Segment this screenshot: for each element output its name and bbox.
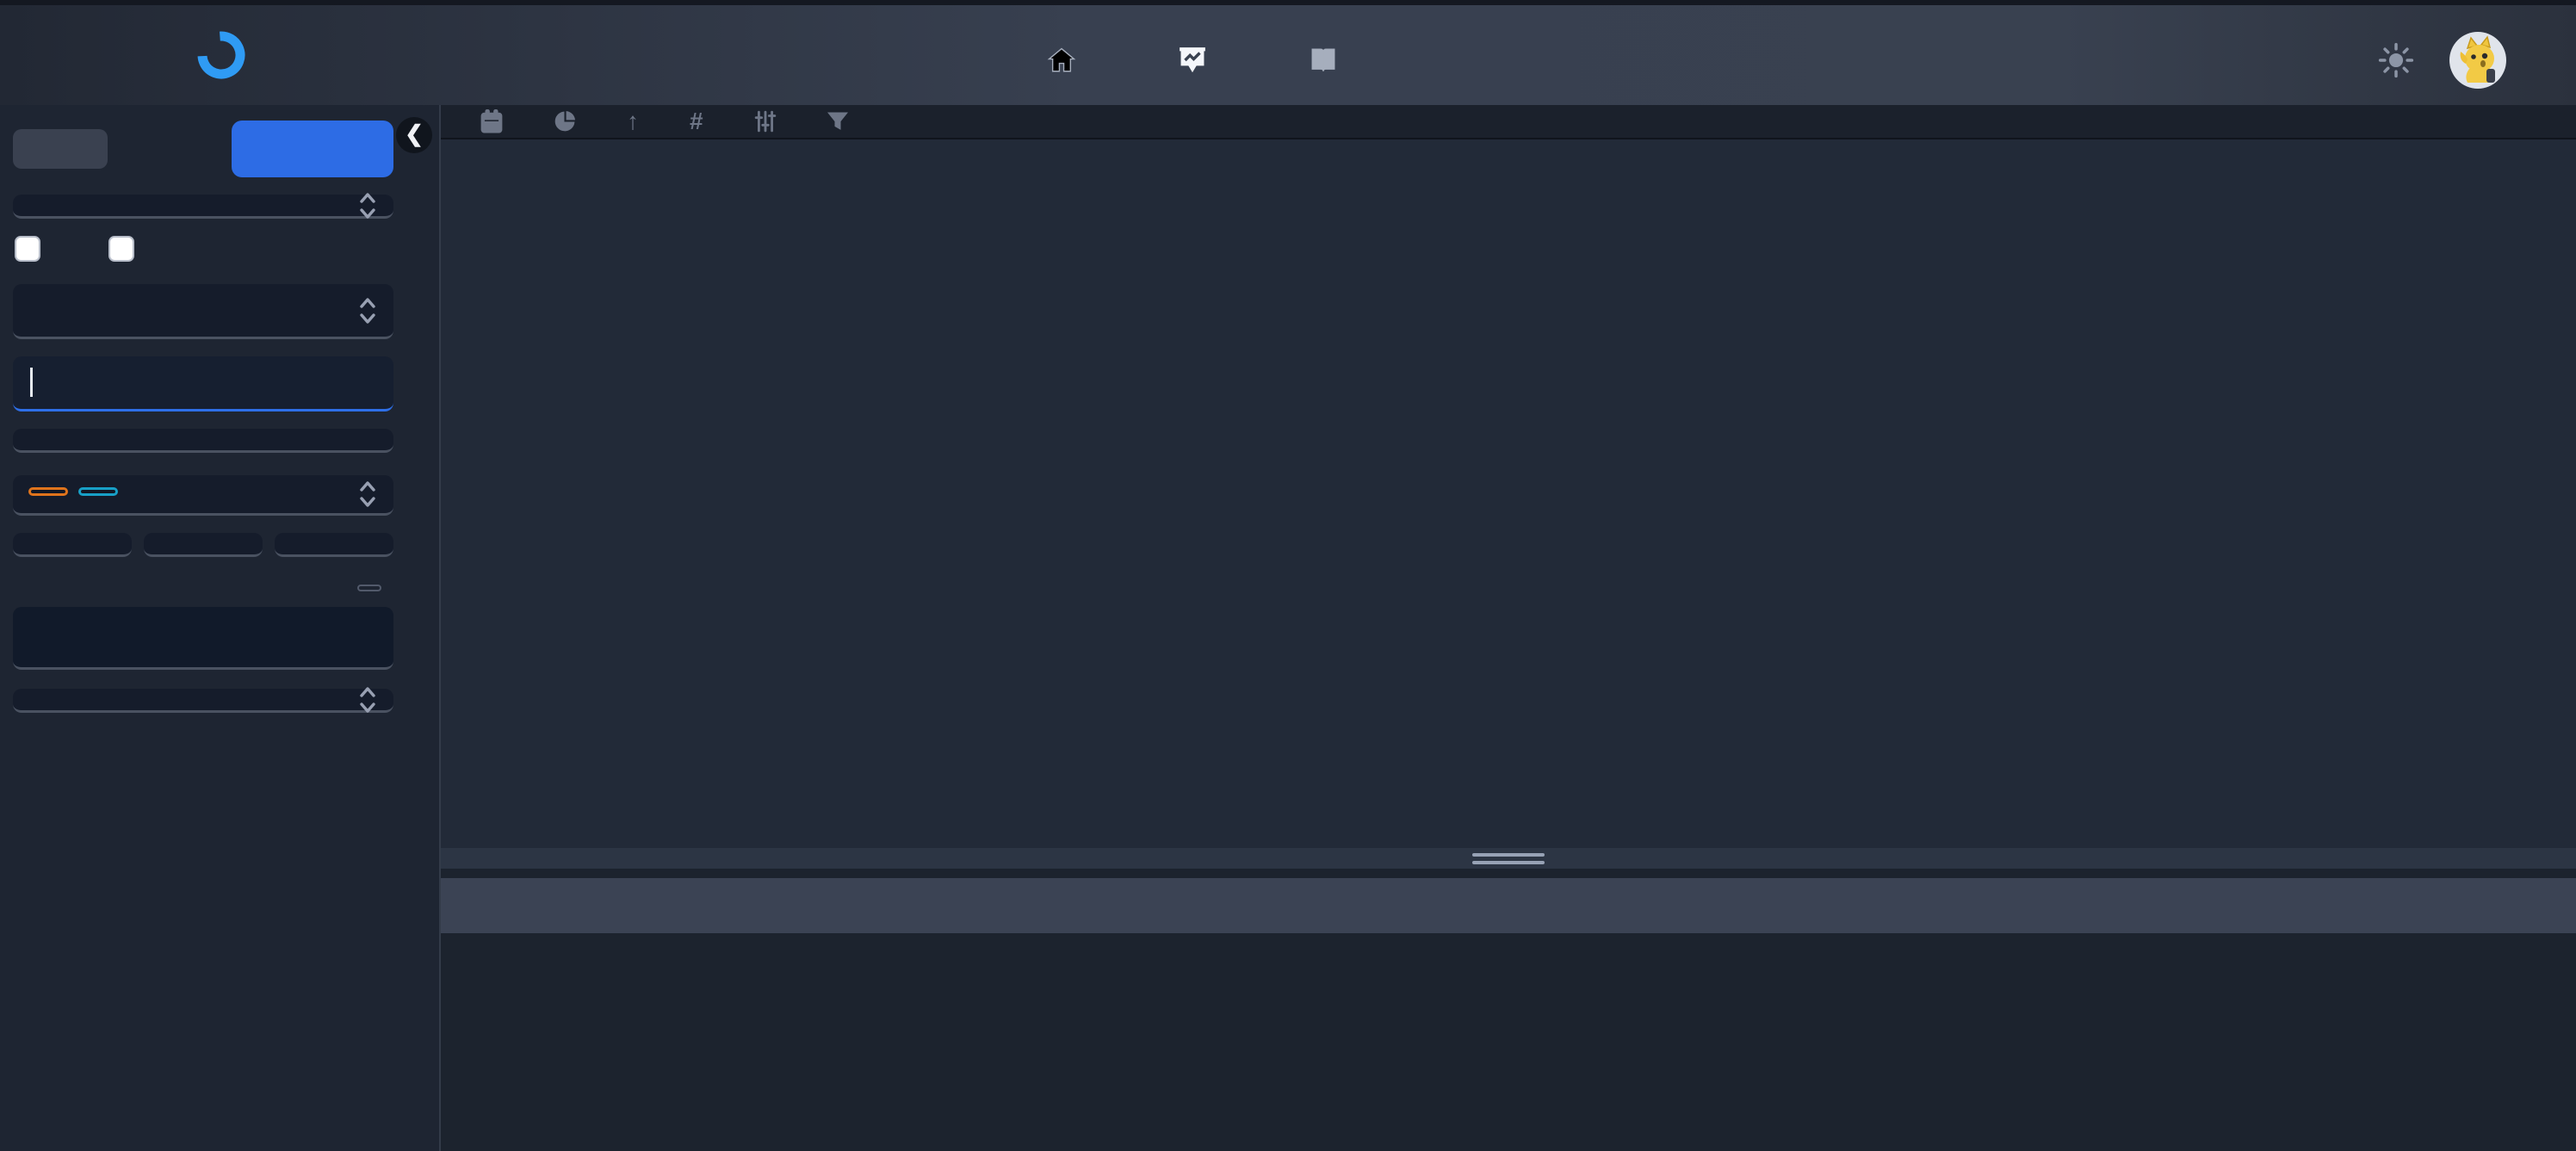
text-caret	[30, 368, 33, 397]
ipv4-prefix-input[interactable]	[13, 533, 132, 557]
nav-item-home[interactable]	[1047, 46, 1088, 75]
end-time-input[interactable]	[13, 429, 393, 453]
user-avatar[interactable]	[2449, 31, 2507, 90]
summary-unit: #	[690, 108, 715, 135]
theme-toggle-sun-icon[interactable]	[2378, 42, 2414, 78]
traffic-chart[interactable]	[441, 139, 2576, 848]
unit-l3bps[interactable]	[13, 129, 32, 169]
limit-input[interactable]	[275, 533, 393, 557]
top-navbar	[0, 0, 2576, 105]
hash-icon: #	[690, 108, 703, 135]
ipv6-prefix-input[interactable]	[144, 533, 263, 557]
unit-outpercent[interactable]	[70, 129, 89, 169]
splitter-handle	[1472, 853, 1545, 857]
results-table	[441, 878, 2576, 1151]
funnel-icon	[827, 110, 848, 133]
chart-table-splitter[interactable]	[441, 848, 2576, 869]
graph-type-select[interactable]	[13, 195, 393, 219]
summary-graph-type	[554, 110, 587, 133]
query-summary-bar: ↑ #	[441, 105, 2576, 139]
refresh-button[interactable]	[232, 121, 393, 177]
book-icon	[1309, 46, 1338, 75]
start-value	[28, 368, 378, 399]
splitter-handle	[1472, 861, 1545, 864]
summary-dimensions	[754, 110, 788, 133]
unit-inpercent[interactable]	[51, 129, 70, 169]
presets-select[interactable]	[13, 284, 393, 339]
previous-period-checkbox-group[interactable]	[108, 236, 147, 262]
bidirectional-checkbox[interactable]	[15, 236, 40, 262]
summary-date-range	[480, 109, 514, 133]
bidirectional-checkbox-group[interactable]	[15, 236, 53, 262]
akvorado-logo-icon	[195, 28, 248, 82]
dimension-chip-dstaddr[interactable]	[78, 487, 118, 496]
dimension-chip-srcaddr[interactable]	[28, 487, 68, 496]
dimensions-multiselect[interactable]	[13, 475, 393, 516]
chevron-updown-icon	[357, 684, 378, 715]
options-sidebar	[0, 105, 441, 1151]
nav-item-visualize[interactable]	[1178, 46, 1219, 75]
unit-l2bps[interactable]	[32, 129, 51, 169]
pie-chart-icon	[554, 110, 576, 133]
main-nav	[1047, 10, 1350, 110]
summary-filter	[827, 110, 859, 133]
unit-toggle-group	[13, 129, 108, 169]
sliders-icon	[754, 110, 777, 133]
chevron-updown-icon	[357, 479, 378, 510]
unit-pps[interactable]	[89, 129, 108, 169]
brand	[195, 28, 270, 82]
sidebar-collapse-button[interactable]: ❮	[396, 117, 432, 153]
ctrl-enter-kbd	[357, 585, 381, 591]
presets-value	[28, 295, 378, 326]
previous-period-checkbox[interactable]	[108, 236, 134, 262]
nav-item-documentation[interactable]	[1309, 46, 1350, 75]
home-icon	[1047, 46, 1076, 75]
arrow-up-icon: ↑	[627, 108, 639, 135]
chevron-updown-icon	[357, 295, 378, 326]
chevron-updown-icon	[357, 190, 378, 221]
filter-expression-editor[interactable]	[13, 607, 393, 670]
calendar-icon	[480, 109, 503, 133]
start-time-input[interactable]	[13, 356, 393, 412]
visualize-icon	[1178, 46, 1207, 75]
table-header-row	[441, 878, 2576, 933]
saved-filters-select[interactable]	[13, 689, 393, 713]
summary-limit: ↑	[627, 108, 650, 135]
